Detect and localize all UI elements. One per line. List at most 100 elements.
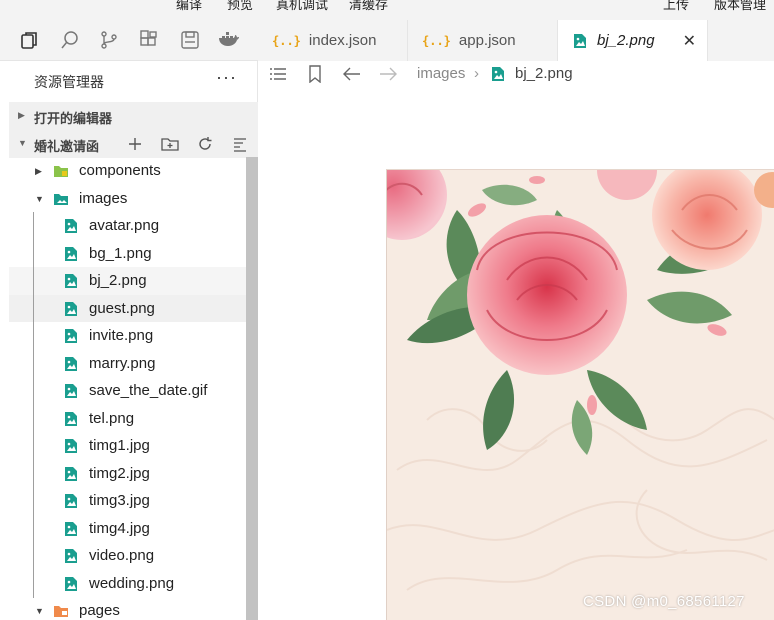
chevron-down-icon: ▼ — [35, 606, 44, 616]
tree-indent-guide — [33, 212, 34, 598]
docker-icon[interactable] — [217, 28, 241, 52]
search-icon[interactable] — [58, 28, 82, 52]
image-file-icon — [65, 411, 77, 426]
image-file-icon — [65, 439, 77, 453]
tree-file-item[interactable]: avatar.png — [9, 212, 246, 240]
watermark-text: CSDN @m0_68561127 — [583, 593, 745, 610]
tree-item-label: timg4.jpg — [89, 519, 150, 537]
image-file-icon — [65, 521, 77, 536]
save-icon[interactable] — [178, 28, 202, 52]
breadcrumb-folder[interactable]: images — [417, 65, 465, 82]
tree-file-item[interactable]: video.png — [9, 542, 246, 570]
tree-item-label: components — [79, 162, 161, 179]
tree-file-item[interactable]: timg1.jpg — [9, 432, 246, 460]
close-icon[interactable]: ✕ — [683, 31, 696, 51]
breadcrumb-separator-icon: › — [474, 65, 479, 82]
tree-item-label: marry.png — [89, 354, 156, 372]
tab-label: app.json — [458, 32, 516, 49]
editor-tab-bar: {..} index.json {..} app.json bj_2.png ✕ — [258, 20, 774, 61]
menu-device-debug[interactable]: 真机调试 — [276, 0, 328, 13]
image-file-icon — [65, 356, 77, 371]
tree-item-label: images — [79, 189, 128, 207]
image-file-icon — [65, 384, 77, 398]
tree-folder-components[interactable]: ▶ components — [9, 157, 246, 185]
tree-item-label: bg_1.png — [89, 244, 152, 262]
tree-file-item[interactable]: invite.png — [9, 322, 246, 350]
tree-item-label: guest.png — [89, 299, 155, 317]
chevron-down-icon: ▼ — [18, 138, 27, 148]
tree-item-label: avatar.png — [89, 217, 160, 234]
refresh-icon[interactable] — [195, 134, 215, 154]
list-icon[interactable] — [268, 64, 288, 84]
tree-item-label: invite.png — [89, 327, 154, 344]
source-control-icon[interactable] — [97, 28, 121, 52]
extensions-icon[interactable] — [137, 28, 161, 52]
tab-app-json[interactable]: {..} app.json — [408, 20, 558, 61]
tab-label: index.json — [308, 32, 377, 49]
more-actions-icon[interactable]: ··· — [216, 67, 237, 88]
editor-breadcrumb-bar: images › bj_2.png — [258, 61, 774, 87]
tree-item-label: bj_2.png — [89, 272, 147, 289]
chevron-down-icon: ▼ — [35, 193, 44, 204]
project-section[interactable]: ▼ 婚礼邀请函 — [9, 130, 258, 158]
image-file-icon — [65, 329, 77, 343]
tab-bj-2-png[interactable]: bj_2.png ✕ — [558, 20, 708, 61]
open-editors-section[interactable]: ▶ 打开的编辑器 — [9, 102, 258, 130]
tree-item-label: timg1.jpg — [89, 437, 150, 454]
image-preview — [386, 169, 774, 620]
json-file-icon: {..} — [422, 33, 451, 48]
chevron-right-icon: ▶ — [35, 166, 42, 176]
bookmark-icon[interactable] — [305, 64, 325, 84]
menu-preview[interactable]: 预览 — [227, 0, 253, 13]
new-folder-icon[interactable] — [160, 134, 180, 154]
tree-file-item[interactable]: bj_2.png — [9, 267, 246, 295]
image-file-icon — [65, 246, 77, 261]
menu-compile[interactable]: 编译 — [176, 0, 202, 13]
floral-image — [387, 170, 774, 591]
editor-area — [258, 87, 774, 620]
tree-item-label: timg3.jpg — [89, 492, 150, 509]
tree-file-item[interactable]: timg3.jpg — [9, 487, 246, 515]
menu-upload[interactable]: 上传 — [663, 0, 689, 13]
open-editors-title: 打开的编辑器 — [34, 111, 113, 126]
menu-version[interactable]: 版本管理 — [714, 0, 766, 13]
image-file-icon — [65, 219, 77, 233]
folder-icon — [54, 166, 68, 177]
explorer-header: 资源管理器 ··· — [0, 61, 258, 101]
tab-index-json[interactable]: {..} index.json — [258, 20, 408, 61]
tree-item-label: timg2.jpg — [89, 464, 150, 482]
menu-bar: 编译 预览 真机调试 清缓存 上传 版本管理 — [0, 0, 774, 20]
collapse-all-icon[interactable] — [230, 134, 250, 154]
files-icon[interactable] — [17, 28, 41, 52]
tab-label: bj_2.png — [597, 32, 655, 49]
tree-file-item[interactable]: timg2.jpg — [9, 460, 246, 488]
tree-folder-pages[interactable]: ▼ pages — [9, 597, 246, 620]
tree-file-item[interactable]: guest.png — [9, 294, 246, 322]
tree-file-item[interactable]: wedding.png — [9, 570, 246, 598]
tree-item-label: tel.png — [89, 409, 135, 427]
image-folder-icon — [54, 193, 68, 205]
tree-folder-images[interactable]: ▼ images — [9, 185, 246, 213]
tree-file-item[interactable]: tel.png — [9, 405, 246, 433]
chevron-right-icon: ▶ — [18, 110, 25, 120]
project-title: 婚礼邀请函 — [34, 139, 100, 154]
new-file-icon[interactable] — [125, 134, 145, 154]
tree-item-label: save_the_date.gif — [89, 382, 208, 399]
tree-file-item[interactable]: marry.png — [9, 350, 246, 378]
tree-item-label: video.png — [89, 547, 155, 564]
back-arrow-icon[interactable] — [342, 64, 362, 84]
tree-file-item[interactable]: bg_1.png — [9, 240, 246, 268]
file-tree: ▶ components ▼ images avatar.png bg_1.png… — [9, 157, 246, 620]
explorer-title: 资源管理器 — [34, 74, 104, 90]
forward-arrow-icon[interactable] — [378, 64, 398, 84]
sidebar-scrollbar[interactable] — [246, 157, 258, 620]
image-file-icon — [65, 466, 77, 481]
image-file-icon — [65, 576, 77, 591]
menu-clear-cache[interactable]: 清缓存 — [349, 0, 388, 13]
image-file-icon — [65, 494, 77, 508]
breadcrumb-file[interactable]: bj_2.png — [515, 65, 573, 82]
pages-folder-icon — [54, 606, 68, 617]
tree-file-item[interactable]: timg4.jpg — [9, 515, 246, 543]
tree-file-item[interactable]: save_the_date.gif — [9, 377, 246, 405]
activity-bar — [0, 20, 258, 61]
